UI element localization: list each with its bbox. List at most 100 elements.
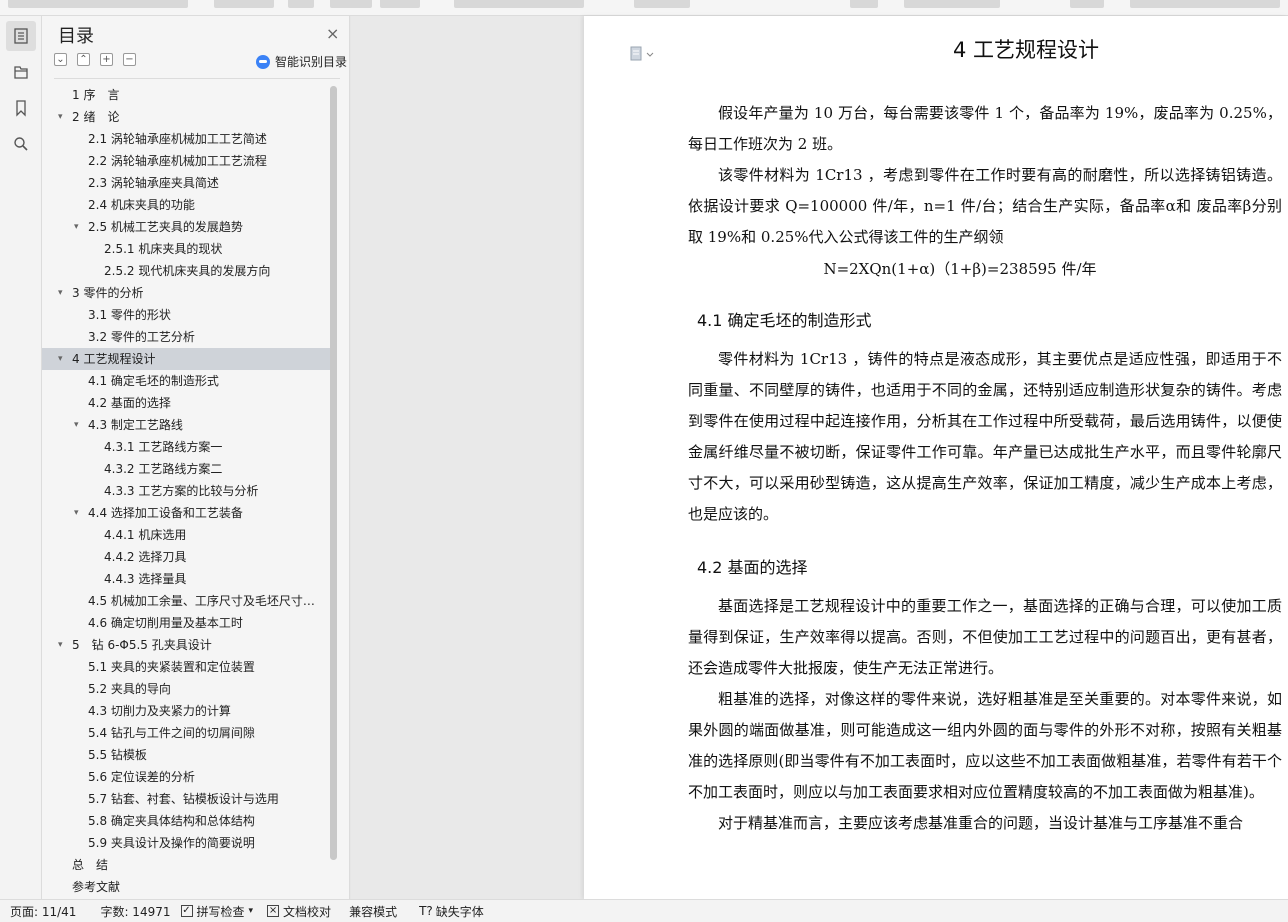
toc-item[interactable]: 5.8 确定夹具体结构和总体结构 (42, 810, 330, 832)
toc-item-label: 4.3 制定工艺路线 (88, 418, 183, 432)
toc-item-label: 5.2 夹具的导向 (88, 682, 171, 696)
smart-toc-icon (256, 54, 270, 69)
section-heading: 4.2 基面的选择 (697, 558, 808, 577)
toc-item-label: 5.8 确定夹具体结构和总体结构 (88, 814, 255, 828)
word-count[interactable]: 字数: 14971 (100, 903, 170, 920)
toc-item[interactable]: 4.3 切削力及夹紧力的计算 (42, 700, 330, 722)
toc-item-label: 4.4.1 机床选用 (104, 528, 187, 542)
paragraph-1-block: 假设年产量为 10 万台，每台需要该零件 1 个，备品率为 19%，废品率为 0… (688, 98, 1282, 253)
toc-item[interactable]: 5.2 夹具的导向 (42, 678, 330, 700)
toc-item[interactable]: ▾ 4.4 选择加工设备和工艺装备 (42, 502, 330, 524)
toc-item-label: 2.2 涡轮轴承座机械加工工艺流程 (88, 154, 267, 168)
toc-item[interactable]: 4.4.3 选择量具 (42, 568, 330, 590)
toc-item[interactable]: 2.3 涡轮轴承座夹具简述 (42, 172, 330, 194)
compat-mode[interactable]: 兼容模式 (349, 903, 397, 920)
toc-item-label: 4.4.3 选择量具 (104, 572, 187, 586)
toc-title: 目录 (58, 26, 94, 47)
toc-icon[interactable] (6, 21, 36, 51)
paragraph: 粗基准的选择，对像这样的零件来说，选好粗基准是至关重要的。对本零件来说，如果外圆… (688, 690, 1282, 801)
toc-item[interactable]: ▾ 4 工艺规程设计 (42, 348, 330, 370)
smart-toc-label: 智能识别目录 (275, 55, 348, 69)
toc-item[interactable]: 4.5 机械加工余量、工序尺寸及毛坯尺寸的确定 (42, 590, 330, 612)
toc-item-label: 2 绪 论 (72, 110, 120, 124)
bookmark-icon[interactable] (6, 93, 36, 123)
toc-item[interactable]: 2.5.1 机床夹具的现状 (42, 238, 330, 260)
toc-item[interactable]: 4.3.1 工艺路线方案一 (42, 436, 330, 458)
toc-item-label: 2.4 机床夹具的功能 (88, 198, 195, 212)
toc-item[interactable]: 4.3.2 工艺路线方案二 (42, 458, 330, 480)
spell-check-button[interactable]: ✓ 拼写检查 ▾ (180, 903, 253, 920)
close-icon[interactable]: × (326, 24, 339, 43)
spell-check-label: 拼写检查 (196, 904, 245, 919)
expand-up-icon[interactable]: ⌃ (77, 53, 90, 66)
proofread-button[interactable]: × 文档校对 (267, 903, 331, 920)
add-heading-icon[interactable]: + (100, 53, 113, 66)
missing-font-label: 缺失字体 (435, 904, 484, 919)
smart-toc-button[interactable]: 智能识别目录 (256, 53, 347, 70)
page-indicator[interactable]: 页面: 11/41 (10, 903, 76, 920)
chevron-down-icon[interactable]: ▾ (58, 282, 63, 304)
paragraph: 零件材料为 1Cr13 ，铸件的特点是液态成形，其主要优点是适应性强，即适用于不… (688, 350, 1282, 523)
document-page[interactable]: 4 工艺规程设计 假设年产量为 10 万台，每台需要该零件 1 个，备品率为 1… (584, 16, 1288, 899)
remove-heading-icon[interactable]: − (123, 53, 136, 66)
toc-item-label: 3.2 零件的工艺分析 (88, 330, 195, 344)
toc-item-label: 总 结 (72, 858, 109, 872)
toc-item[interactable]: 2.4 机床夹具的功能 (42, 194, 330, 216)
toc-item-label: 4.3.3 工艺方案的比较与分析 (104, 484, 259, 498)
toc-item[interactable]: 5.7 钻套、衬套、钻模板设计与选用 (42, 788, 330, 810)
toc-item-label: 2.5 机械工艺夹具的发展趋势 (88, 220, 243, 234)
search-icon[interactable] (6, 129, 36, 159)
toc-item-label: 4.4 选择加工设备和工艺装备 (88, 506, 243, 520)
outline-icon[interactable] (6, 57, 36, 87)
collapse-all-icon[interactable]: ⌄ (54, 53, 67, 66)
toc-item[interactable]: 4.4.1 机床选用 (42, 524, 330, 546)
toc-item[interactable]: 5.6 定位误差的分析 (42, 766, 330, 788)
toc-item[interactable]: 1 序 言 (42, 84, 330, 106)
top-toolbar-strip (0, 0, 1288, 16)
toc-item[interactable]: 3.1 零件的形状 (42, 304, 330, 326)
chevron-down-icon[interactable]: ▾ (58, 348, 63, 370)
toc-item-label: 2.1 涡轮轴承座机械加工工艺简述 (88, 132, 267, 146)
toc-tools: ⌄ ⌃ + − (54, 53, 136, 66)
chevron-down-icon[interactable]: ▾ (74, 216, 79, 238)
toc-item-label: 1 序 言 (72, 88, 120, 102)
chapter-heading: 4 工艺规程设计 (952, 38, 1100, 62)
paragraph: 基面选择是工艺规程设计中的重要工作之一，基面选择的正确与合理，可以使加工质量得到… (688, 597, 1282, 677)
chevron-down-icon[interactable]: ▾ (74, 502, 79, 524)
toc-scrollbar[interactable] (330, 86, 337, 860)
toc-item[interactable]: 总 结 (42, 854, 330, 876)
toc-item[interactable]: 3.2 零件的工艺分析 (42, 326, 330, 348)
toc-item-label: 4.1 确定毛坯的制造形式 (88, 374, 219, 388)
toc-item[interactable]: 4.6 确定切削用量及基本工时 (42, 612, 330, 634)
toc-item[interactable]: 2.5.2 现代机床夹具的发展方向 (42, 260, 330, 282)
toc-item[interactable]: 5.9 夹具设计及操作的简要说明 (42, 832, 330, 854)
toc-item[interactable]: 4.1 确定毛坯的制造形式 (42, 370, 330, 392)
toc-item[interactable]: 2.1 涡轮轴承座机械加工工艺简述 (42, 128, 330, 150)
proofread-label: 文档校对 (283, 904, 332, 919)
toc-item-label: 3.1 零件的形状 (88, 308, 171, 322)
toc-item-label: 4.6 确定切削用量及基本工时 (88, 616, 243, 630)
toc-item[interactable]: ▾ 3 零件的分析 (42, 282, 330, 304)
missing-font-button[interactable]: T? 缺失字体 (419, 903, 484, 920)
chevron-down-icon[interactable]: ▾ (58, 634, 63, 656)
toc-panel: 目录 × ⌄ ⌃ + − 智能识别目录 1 序 言 ▾ 2 绪 论 2.1 涡轮轴承座… (42, 16, 350, 899)
toc-item[interactable]: ▾ 5 钻 6-Φ5.5 孔夹具设计 (42, 634, 330, 656)
chevron-down-icon[interactable]: ▾ (74, 414, 79, 436)
toc-item[interactable]: 5.4 钻孔与工件之间的切屑间隙 (42, 722, 330, 744)
toc-item[interactable]: 2.2 涡轮轴承座机械加工工艺流程 (42, 150, 330, 172)
toc-item[interactable]: 5.1 夹具的夹紧装置和定位装置 (42, 656, 330, 678)
toc-item[interactable]: ▾ 4.3 制定工艺路线 (42, 414, 330, 436)
toc-item[interactable]: 5.5 钻模板 (42, 744, 330, 766)
toc-item-label: 5.6 定位误差的分析 (88, 770, 195, 784)
toc-item[interactable]: ▾ 2 绪 论 (42, 106, 330, 128)
toc-item[interactable]: 参考文献 (42, 876, 330, 898)
toc-item-label: 2.5.2 现代机床夹具的发展方向 (104, 264, 271, 278)
toc-item-label: 2.3 涡轮轴承座夹具简述 (88, 176, 219, 190)
toc-item[interactable]: 4.4.2 选择刀具 (42, 546, 330, 568)
toc-item-label: 2.5.1 机床夹具的现状 (104, 242, 223, 256)
chevron-down-icon[interactable]: ▾ (58, 106, 63, 128)
paragraph: 该零件材料为 1Cr13 ，考虑到零件在工作时要有高的耐磨性，所以选择铸铝铸造。… (688, 166, 1282, 246)
toc-item[interactable]: 4.3.3 工艺方案的比较与分析 (42, 480, 330, 502)
toc-item[interactable]: ▾ 2.5 机械工艺夹具的发展趋势 (42, 216, 330, 238)
toc-item[interactable]: 4.2 基面的选择 (42, 392, 330, 414)
